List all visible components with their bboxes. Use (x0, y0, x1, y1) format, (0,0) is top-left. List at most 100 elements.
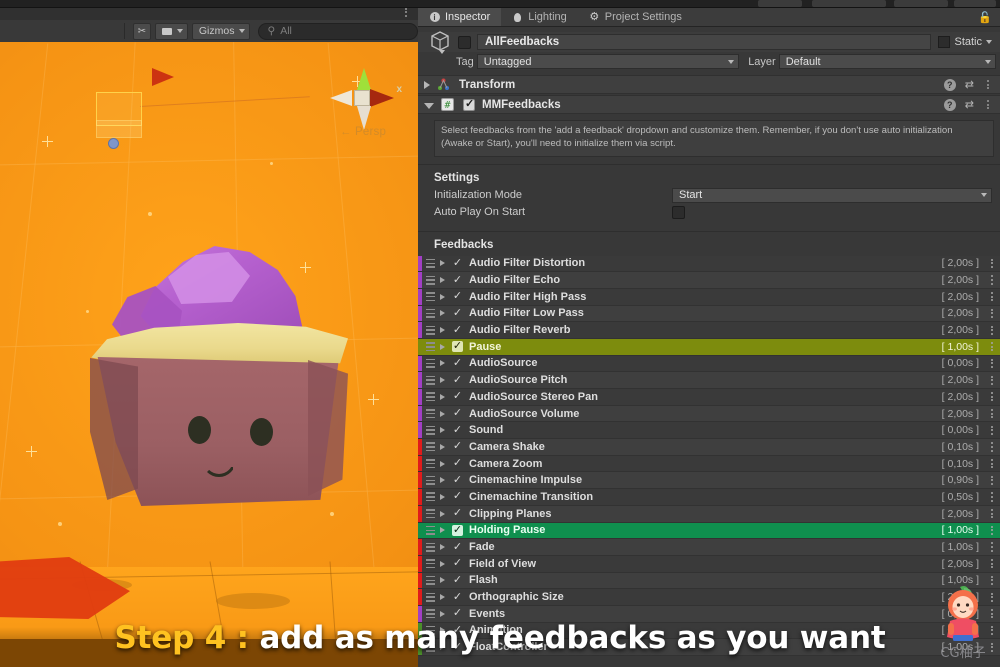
chevron-right-icon[interactable] (440, 427, 445, 433)
chevron-right-icon[interactable] (440, 527, 445, 533)
chevron-right-icon[interactable] (440, 360, 445, 366)
toolbar-chip[interactable] (954, 0, 996, 7)
feedback-row[interactable]: ✓Camera Zoom[ 0,10s ] (418, 456, 1000, 473)
chevron-right-icon[interactable] (440, 611, 445, 617)
feedback-enabled-checkbox[interactable]: ✓ (452, 341, 463, 352)
object-name-field[interactable]: AllFeedbacks (477, 34, 931, 50)
gizmos-dropdown[interactable]: Gizmos (192, 23, 251, 40)
chevron-right-icon[interactable] (440, 327, 445, 333)
kebab-menu-icon[interactable] (987, 408, 997, 420)
chevron-right-icon[interactable] (440, 277, 445, 283)
perspective-label[interactable]: ← Persp (320, 126, 406, 138)
gizmo-center-cube[interactable] (354, 90, 370, 106)
drag-handle-icon[interactable] (426, 326, 435, 335)
feedback-row[interactable]: ✓FloatController[ 1,00s ] (418, 639, 1000, 656)
kebab-menu-icon[interactable] (987, 541, 997, 553)
feedback-row[interactable]: ✓Clipping Planes[ 2,00s ] (418, 506, 1000, 523)
drag-handle-icon[interactable] (426, 492, 435, 501)
preset-icon[interactable]: ⇄ (965, 98, 973, 111)
tab-project-settings[interactable]: ⚙ Project Settings (578, 8, 693, 26)
drag-handle-icon[interactable] (426, 509, 435, 518)
feedback-row[interactable]: ✓Audio Filter Distortion[ 2,00s ] (418, 256, 1000, 273)
chevron-right-icon[interactable] (440, 511, 445, 517)
tab-lighting[interactable]: Lighting (501, 8, 578, 26)
kebab-menu-icon[interactable] (987, 508, 997, 520)
feedback-row[interactable]: ✓Flash[ 1,00s ] (418, 573, 1000, 590)
chevron-right-icon[interactable] (440, 644, 445, 650)
feedback-row[interactable]: ✓Camera Shake[ 0,10s ] (418, 439, 1000, 456)
static-flags[interactable]: Static (938, 36, 992, 48)
chevron-down-icon[interactable] (424, 103, 434, 109)
feedback-enabled-checkbox[interactable]: ✓ (452, 508, 463, 519)
chevron-right-icon[interactable] (440, 577, 445, 583)
feedback-enabled-checkbox[interactable]: ✓ (452, 558, 463, 569)
kebab-menu-icon[interactable] (987, 307, 997, 319)
scene-axis-gizmo-icon[interactable]: x ← Persp (324, 62, 400, 138)
feedback-enabled-checkbox[interactable]: ✓ (452, 542, 463, 553)
drag-handle-icon[interactable] (426, 526, 435, 535)
drag-handle-icon[interactable] (426, 576, 435, 585)
drag-handle-icon[interactable] (426, 459, 435, 468)
chevron-down-icon[interactable] (986, 40, 992, 44)
kebab-menu-icon[interactable] (987, 257, 997, 269)
drag-handle-icon[interactable] (426, 442, 435, 451)
kebab-menu-icon[interactable] (987, 491, 997, 503)
drag-handle-icon[interactable] (426, 392, 435, 401)
kebab-menu-icon[interactable] (987, 458, 997, 470)
component-enabled-checkbox[interactable] (463, 99, 475, 111)
chevron-right-icon[interactable] (440, 461, 445, 467)
kebab-menu-icon[interactable] (987, 274, 997, 286)
feedback-enabled-checkbox[interactable]: ✓ (452, 441, 463, 452)
feedback-row[interactable]: ✓Audio Filter Reverb[ 2,00s ] (418, 322, 1000, 339)
chevron-right-icon[interactable] (424, 81, 430, 89)
feedback-row[interactable]: ✓Cinemachine Impulse[ 0,90s ] (418, 472, 1000, 489)
tab-inspector[interactable]: i Inspector (418, 8, 501, 26)
chevron-right-icon[interactable] (440, 394, 445, 400)
static-checkbox[interactable] (938, 36, 950, 48)
chevron-right-icon[interactable] (440, 444, 445, 450)
toolbar-chip[interactable] (894, 0, 948, 7)
feedback-enabled-checkbox[interactable]: ✓ (452, 291, 463, 302)
kebab-menu-icon[interactable] (987, 324, 997, 336)
initialization-mode-dropdown[interactable]: Start (672, 188, 992, 203)
feedback-enabled-checkbox[interactable]: ✓ (452, 458, 463, 469)
feedback-row[interactable]: ✓Holding Pause[ 1,00s ] (418, 523, 1000, 540)
feedback-row[interactable]: ✓Field of View[ 2,00s ] (418, 556, 1000, 573)
scissors-tool-icon[interactable]: ✂ (133, 23, 151, 40)
feedback-enabled-checkbox[interactable]: ✓ (452, 525, 463, 536)
toolbar-chip[interactable] (812, 0, 886, 7)
feedback-enabled-checkbox[interactable]: ✓ (452, 592, 463, 603)
toolbar-chip[interactable] (758, 0, 802, 7)
drag-handle-icon[interactable] (426, 409, 435, 418)
feedback-row[interactable]: ✓AudioSource Pitch[ 2,00s ] (418, 372, 1000, 389)
kebab-menu-icon[interactable] (987, 424, 997, 436)
component-transform[interactable]: Transform ? ⇄ (418, 75, 1000, 94)
kebab-menu-icon[interactable] (987, 357, 997, 369)
chevron-right-icon[interactable] (440, 411, 445, 417)
preset-icon[interactable]: ⇄ (965, 78, 973, 91)
auto-play-checkbox[interactable] (672, 206, 685, 219)
object-active-checkbox[interactable] (458, 36, 471, 49)
drag-handle-icon[interactable] (426, 376, 435, 385)
tag-dropdown[interactable]: Untagged (477, 54, 739, 69)
feedback-row[interactable]: ✓Fade[ 1,00s ] (418, 539, 1000, 556)
kebab-menu-icon[interactable] (987, 291, 997, 303)
drag-handle-icon[interactable] (426, 559, 435, 568)
chevron-right-icon[interactable] (440, 544, 445, 550)
chevron-right-icon[interactable] (440, 377, 445, 383)
gizmo-negative-x-axis[interactable] (330, 90, 352, 106)
drag-handle-icon[interactable] (426, 426, 435, 435)
help-icon[interactable]: ? (944, 99, 956, 111)
feedback-enabled-checkbox[interactable]: ✓ (452, 608, 463, 619)
feedback-enabled-checkbox[interactable]: ✓ (452, 575, 463, 586)
feedback-row[interactable]: ✓AudioSource Volume[ 2,00s ] (418, 406, 1000, 423)
scene-viewport[interactable]: x ← Persp (0, 42, 418, 667)
drag-handle-icon[interactable] (426, 359, 435, 368)
chevron-right-icon[interactable] (440, 561, 445, 567)
kebab-menu-icon[interactable] (987, 341, 997, 353)
feedback-enabled-checkbox[interactable]: ✓ (452, 625, 463, 636)
chevron-right-icon[interactable] (440, 344, 445, 350)
drag-handle-icon[interactable] (426, 292, 435, 301)
feedback-enabled-checkbox[interactable]: ✓ (452, 408, 463, 419)
chevron-right-icon[interactable] (440, 310, 445, 316)
